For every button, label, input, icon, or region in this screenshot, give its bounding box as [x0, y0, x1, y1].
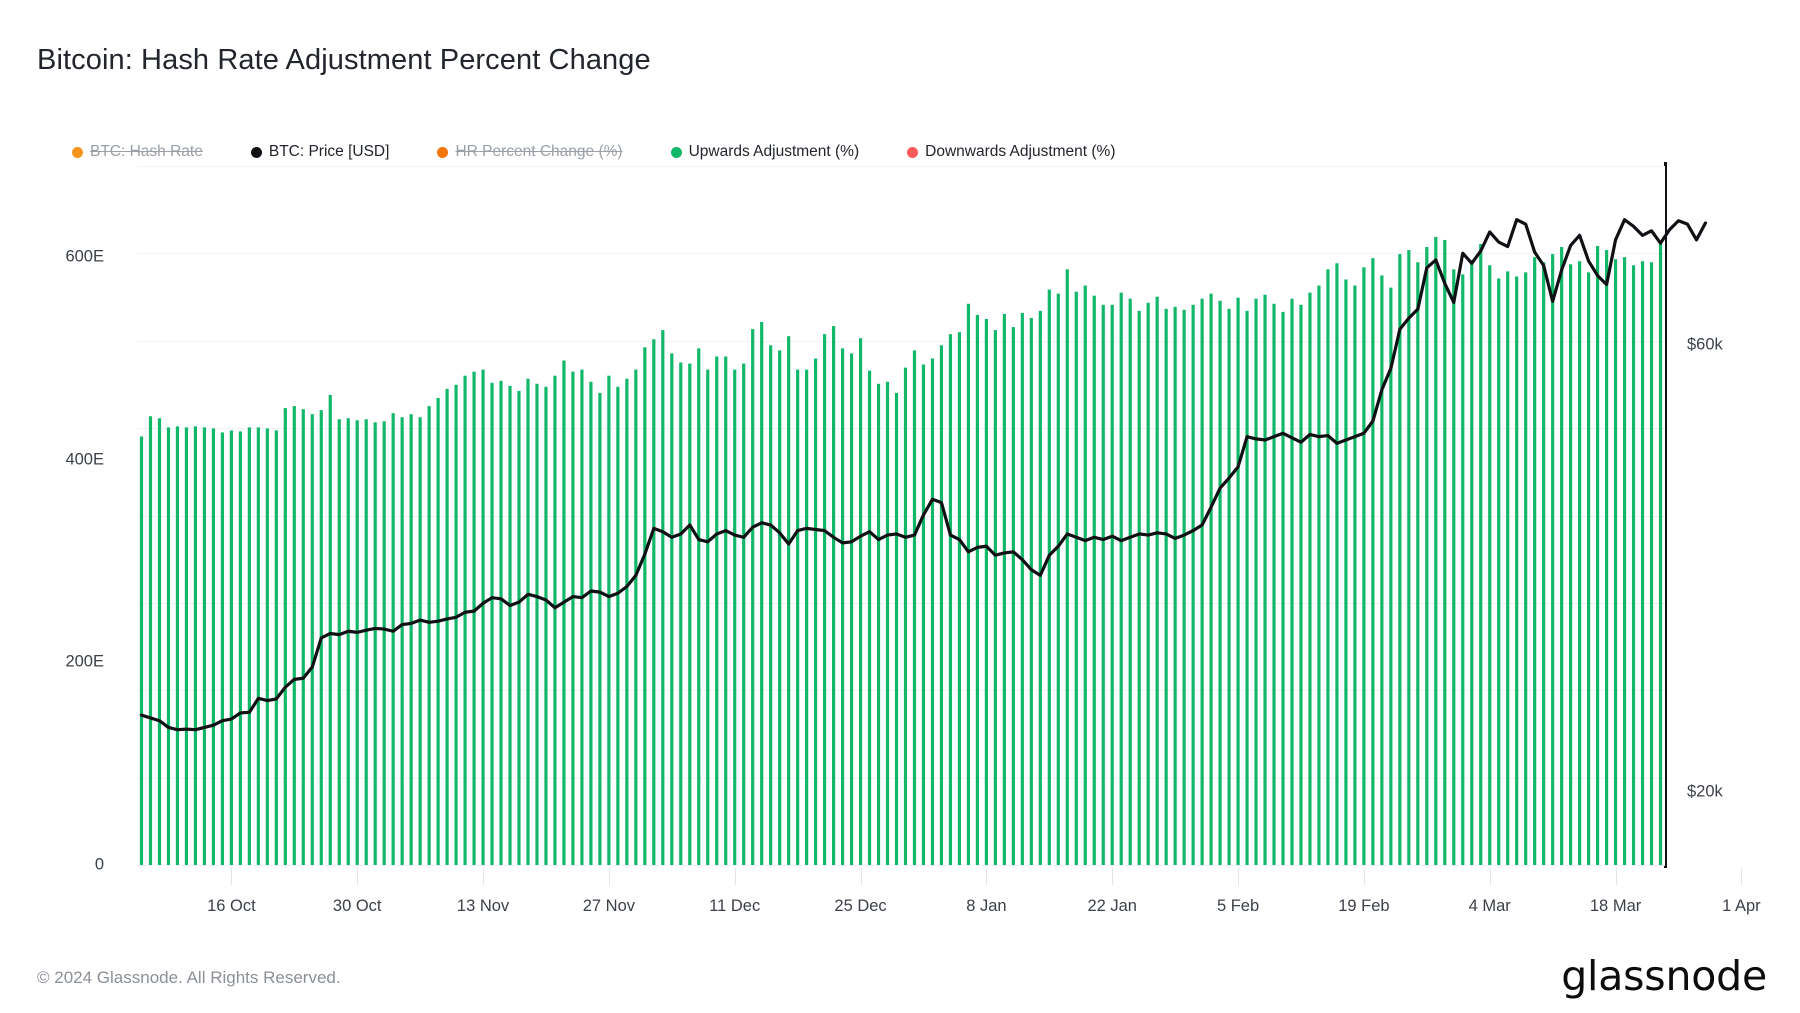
- x-axis-tick-mark: [860, 868, 862, 885]
- x-axis-tick-label: 18 Mar: [1589, 897, 1642, 915]
- legend-item-hr-percent-change[interactable]: HR Percent Change (%): [437, 143, 623, 161]
- left-axis-tick-label: 400E: [65, 450, 104, 469]
- x-axis-tick-label: 27 Nov: [582, 897, 636, 915]
- x-axis-tick-label: 25 Dec: [834, 897, 887, 915]
- x-axis-tick-mark: [1112, 868, 1114, 885]
- x-axis-tick-label: 8 Jan: [966, 897, 1007, 915]
- legend-item-btc-hash-rate[interactable]: BTC: Hash Rate: [72, 144, 203, 160]
- legend-label-btc-price: BTC: Price [USD]: [268, 143, 390, 161]
- chart-legend: BTC: Hash Rate BTC: Price [USD] HR Perce…: [72, 141, 1164, 163]
- legend-color-dot-downwards-adjustment: [907, 146, 919, 158]
- x-axis-tick-label: 4 Mar: [1468, 897, 1511, 915]
- legend-item-btc-price[interactable]: BTC: Price [USD]: [250, 143, 390, 161]
- legend-label-hr-percent-change: HR Percent Change (%): [455, 143, 623, 161]
- x-axis-tick-label: 5 Feb: [1216, 897, 1260, 915]
- x-axis-tick-mark: [483, 868, 485, 885]
- x-axis-tick-mark: [357, 868, 359, 885]
- right-axis-tick-label: $60k: [1687, 335, 1723, 354]
- left-axis-tick-label: 600E: [65, 247, 104, 266]
- legend-item-upwards-adjustment[interactable]: Upwards Adjustment (%): [670, 143, 860, 161]
- x-axis-tick-mark: [1489, 868, 1491, 885]
- gridline: [137, 865, 1665, 866]
- chart-plot-area[interactable]: [137, 166, 1708, 866]
- price-line: [139, 218, 1708, 732]
- left-axis-tick-label: 200E: [65, 652, 104, 671]
- x-axis-tick-label: 16 Oct: [207, 897, 256, 915]
- x-axis-tick-mark: [986, 868, 988, 885]
- x-axis-tick-label: 1 Apr: [1722, 897, 1761, 915]
- x-axis-tick-label: 11 Dec: [709, 897, 761, 915]
- left-axis-tick-label: 0: [94, 855, 104, 874]
- x-axis-tick-mark: [1741, 868, 1743, 885]
- page-title: Bitcoin: Hash Rate Adjustment Percent Ch…: [37, 44, 651, 76]
- x-axis-tick-mark: [231, 868, 233, 885]
- line-series-btc-price: [139, 218, 1708, 732]
- x-axis-tick-label: 30 Oct: [332, 897, 382, 915]
- x-axis-tick-mark: [1363, 868, 1365, 885]
- legend-color-dot-btc-price: [250, 146, 262, 158]
- x-axis-tick-mark: [1238, 868, 1240, 885]
- x-axis-tick-mark: [1615, 868, 1617, 885]
- x-axis-tick-label: 13 Nov: [456, 897, 510, 915]
- x-axis-tick-label: 19 Feb: [1338, 897, 1390, 915]
- glassnode-logo: glassnode: [1561, 952, 1767, 1000]
- x-axis-tick-mark: [608, 868, 610, 885]
- legend-label-downwards-adjustment: Downwards Adjustment (%): [925, 143, 1116, 161]
- legend-color-dot-hr-percent-change: [437, 146, 449, 158]
- right-axis-tick-label: $20k: [1687, 782, 1723, 801]
- legend-label-upwards-adjustment: Upwards Adjustment (%): [688, 143, 860, 161]
- x-axis-tick-label: 22 Jan: [1087, 897, 1137, 915]
- x-axis-tick-mark: [734, 868, 736, 885]
- copyright-text: © 2024 Glassnode. All Rights Reserved.: [37, 968, 341, 987]
- legend-item-downwards-adjustment[interactable]: Downwards Adjustment (%): [907, 143, 1116, 161]
- legend-color-dot-upwards-adjustment: [670, 146, 682, 158]
- legend-label-hash-rate: BTC: Hash Rate: [90, 143, 203, 161]
- legend-color-dot-hash-rate: [72, 146, 83, 158]
